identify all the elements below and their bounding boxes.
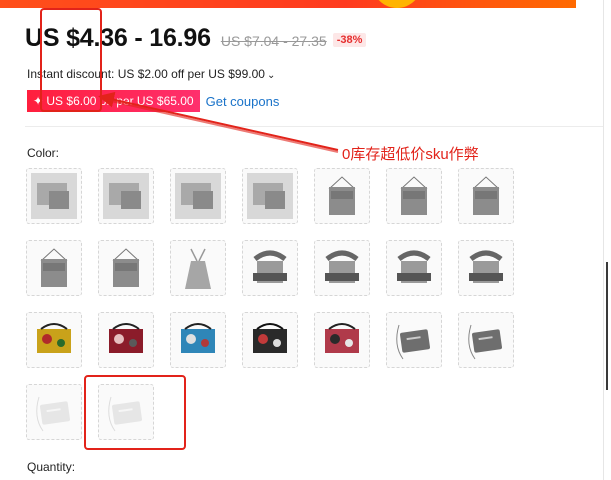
- color-swatch[interactable]: [386, 168, 442, 224]
- color-swatch[interactable]: [98, 312, 154, 368]
- color-swatch[interactable]: [242, 312, 298, 368]
- color-swatch[interactable]: [98, 384, 154, 440]
- price-range: US $4.36 - 16.96: [25, 24, 211, 52]
- divider: [25, 126, 603, 127]
- top-banner: [0, 0, 576, 8]
- bag-thumbnail: [109, 323, 143, 353]
- bag-thumbnail: [253, 323, 287, 353]
- color-swatch[interactable]: [26, 168, 82, 224]
- color-swatch[interactable]: [458, 240, 514, 296]
- bag-thumbnail: [112, 248, 140, 287]
- color-swatch[interactable]: [386, 312, 442, 368]
- color-swatch[interactable]: [26, 384, 82, 440]
- bag-thumbnail: [31, 173, 77, 219]
- color-swatch[interactable]: [170, 168, 226, 224]
- right-divider: [603, 0, 604, 480]
- bag-thumbnail: [175, 173, 221, 219]
- color-swatch[interactable]: [98, 240, 154, 296]
- color-swatch[interactable]: [26, 312, 82, 368]
- coupon-badge: ✦ US $6.00 off per US $65.00: [27, 90, 200, 112]
- price-row: US $4.36 - 16.96 US $7.04 - 27.35 -38%: [25, 24, 367, 56]
- bag-thumbnail: [397, 250, 431, 283]
- color-swatch[interactable]: [170, 312, 226, 368]
- color-swatch[interactable]: [314, 312, 370, 368]
- bag-thumbnail: [181, 323, 215, 353]
- color-swatch[interactable]: [314, 240, 370, 296]
- bag-thumbnail: [472, 176, 500, 215]
- instant-discount[interactable]: Instant discount: US $2.00 off per US $9…: [27, 67, 275, 81]
- scrollbar-thumb[interactable]: [606, 262, 608, 390]
- bag-thumbnail: [469, 250, 503, 283]
- coupon-row: ✦ US $6.00 off per US $65.00 Get coupons: [27, 90, 279, 112]
- bag-thumbnail: [40, 248, 68, 287]
- get-coupons-link[interactable]: Get coupons: [206, 94, 280, 109]
- chevron-down-icon: ⌄: [266, 70, 276, 81]
- bag-thumbnail: [400, 176, 428, 215]
- quantity-label: Quantity:: [27, 460, 76, 474]
- bag-thumbnail: [108, 396, 142, 432]
- color-swatch[interactable]: [386, 240, 442, 296]
- color-swatch[interactable]: [170, 240, 226, 296]
- color-label: Color:: [27, 146, 60, 160]
- bag-thumbnail: [37, 323, 71, 353]
- instant-discount-text: Instant discount: US $2.00 off per US $9…: [27, 67, 265, 81]
- color-swatch[interactable]: [242, 240, 298, 296]
- bag-thumbnail: [468, 324, 502, 360]
- bag-thumbnail: [253, 250, 287, 283]
- color-swatch[interactable]: [458, 168, 514, 224]
- bag-thumbnail: [396, 324, 430, 360]
- bag-thumbnail: [185, 248, 211, 289]
- color-swatch[interactable]: [26, 240, 82, 296]
- bag-thumbnail: [103, 173, 149, 219]
- discount-badge: -38%: [332, 33, 367, 47]
- bag-thumbnail: [328, 176, 356, 215]
- annotation-text: 0库存超低价sku作弊: [342, 146, 479, 163]
- color-swatch[interactable]: [242, 168, 298, 224]
- bag-thumbnail: [325, 250, 359, 283]
- color-swatch[interactable]: [98, 168, 154, 224]
- bag-thumbnail: [247, 173, 293, 219]
- original-price: US $7.04 - 27.35: [220, 33, 327, 49]
- color-swatch[interactable]: [314, 168, 370, 224]
- bag-thumbnail: [325, 323, 359, 353]
- color-swatch[interactable]: [458, 312, 514, 368]
- bag-thumbnail: [36, 396, 70, 432]
